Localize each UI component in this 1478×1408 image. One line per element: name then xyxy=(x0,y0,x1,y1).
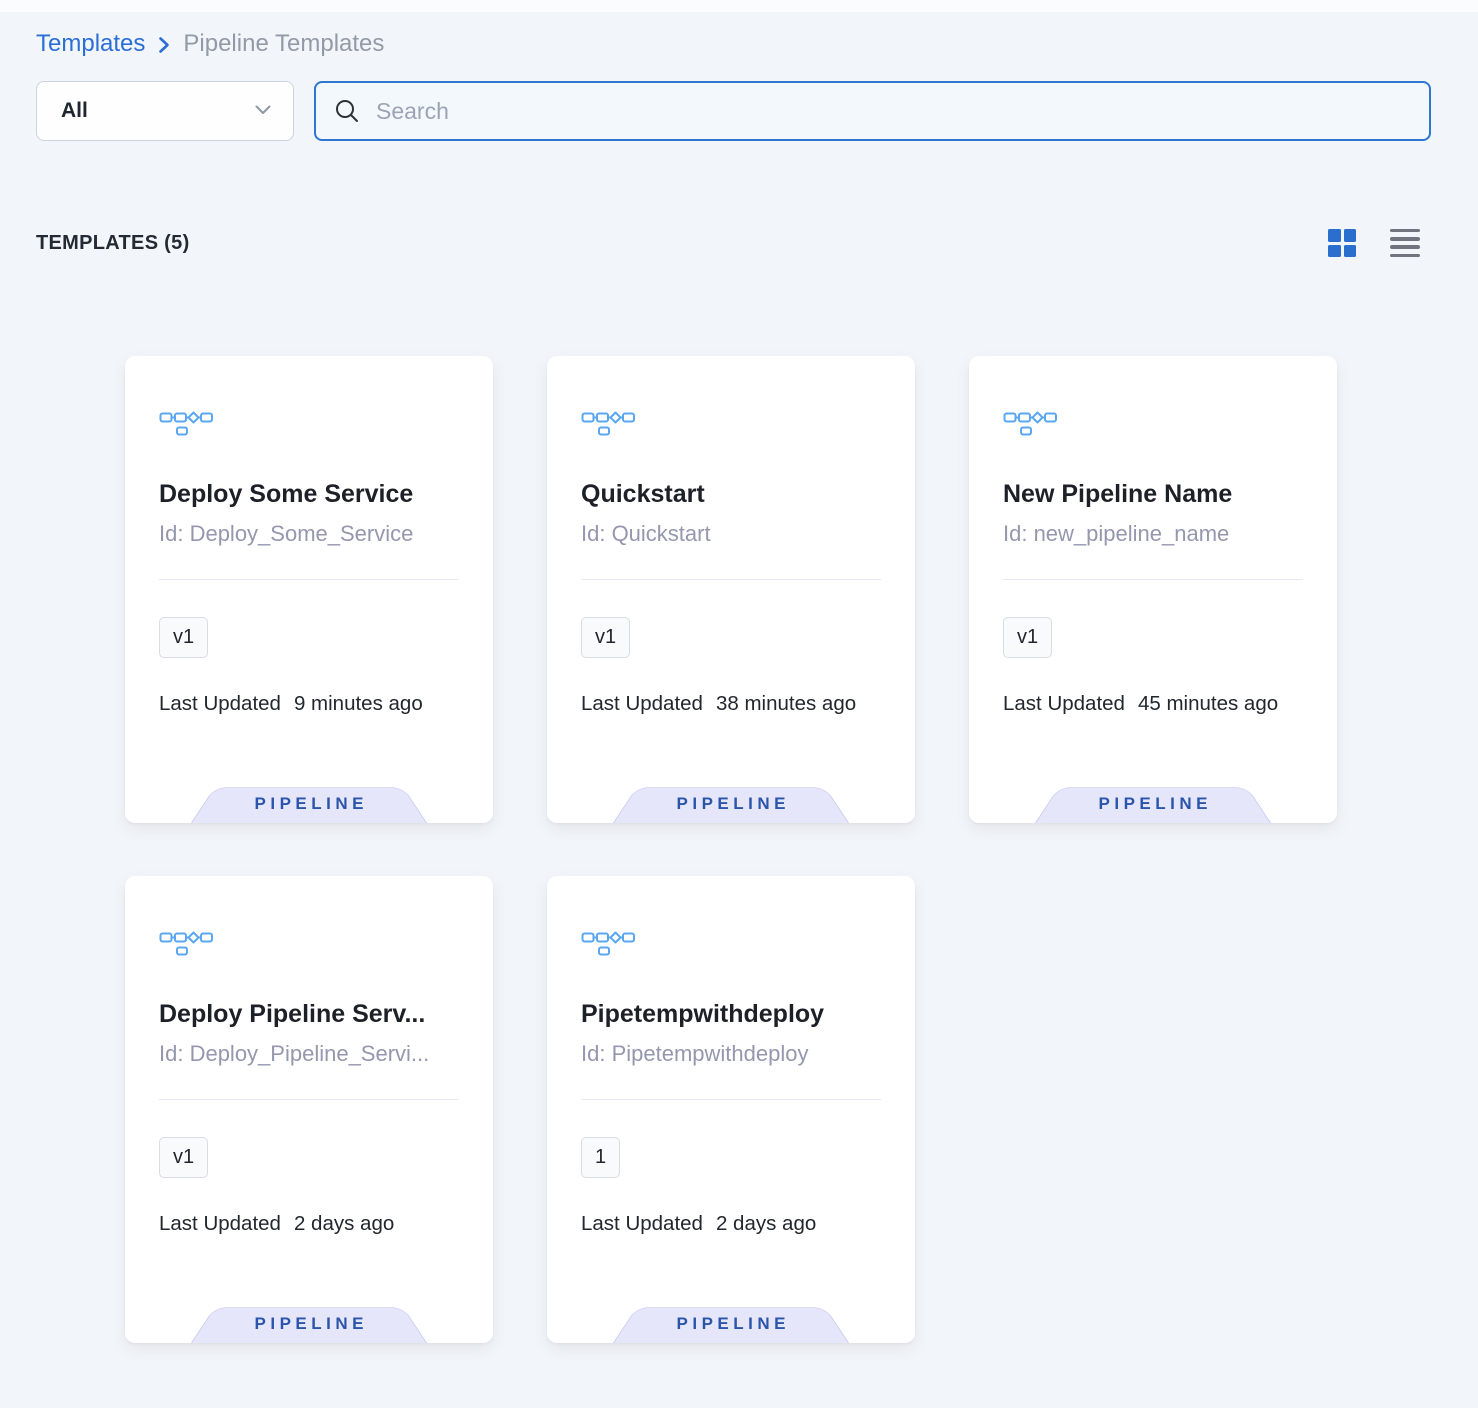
template-title: Deploy Some Service xyxy=(159,480,459,509)
pipeline-nodes-icon xyxy=(581,928,915,956)
pipeline-badge-label: PIPELINE xyxy=(547,794,915,814)
pipeline-badge-label: PIPELINE xyxy=(547,1314,915,1334)
template-card[interactable]: Quickstart Id: Quickstart v1 Last Update… xyxy=(547,356,915,823)
chevron-down-icon xyxy=(255,102,271,120)
pipeline-nodes-icon xyxy=(159,928,493,956)
breadcrumb-current-page: Pipeline Templates xyxy=(183,30,384,58)
templates-grid: Deploy Some Service Id: Deploy_Some_Serv… xyxy=(0,356,1478,1408)
trapezoid-shape xyxy=(613,787,849,823)
chevron-right-icon xyxy=(157,35,171,55)
card-divider xyxy=(159,1099,459,1100)
last-updated-label: Last Updated xyxy=(159,692,281,716)
card-divider xyxy=(1003,579,1303,580)
last-updated-value: 38 minutes ago xyxy=(716,692,856,716)
last-updated-label: Last Updated xyxy=(581,692,703,716)
last-updated-label: Last Updated xyxy=(581,1212,703,1236)
template-card[interactable]: Deploy Some Service Id: Deploy_Some_Serv… xyxy=(125,356,493,823)
last-updated-row: Last Updated 45 minutes ago xyxy=(1003,692,1303,716)
trapezoid-shape xyxy=(191,1307,427,1343)
last-updated-label: Last Updated xyxy=(1003,692,1125,716)
filter-dropdown-value: All xyxy=(61,99,88,123)
pipeline-nodes-icon xyxy=(581,408,915,436)
pipeline-nodes-icon xyxy=(1003,408,1337,436)
search-icon xyxy=(334,98,360,124)
pipeline-type-badge: PIPELINE xyxy=(969,777,1337,823)
pipeline-badge-label: PIPELINE xyxy=(125,1314,493,1334)
version-badge: v1 xyxy=(159,1137,208,1178)
card-divider xyxy=(581,579,881,580)
template-id: Id: Deploy_Pipeline_Servi... xyxy=(159,1041,459,1067)
last-updated-row: Last Updated 9 minutes ago xyxy=(159,692,459,716)
last-updated-value: 2 days ago xyxy=(294,1212,394,1236)
pipeline-type-badge: PIPELINE xyxy=(547,777,915,823)
breadcrumb-templates-link[interactable]: Templates xyxy=(36,30,145,58)
version-badge: v1 xyxy=(581,617,630,658)
version-badge: 1 xyxy=(581,1137,620,1178)
template-id: Id: Pipetempwithdeploy xyxy=(581,1041,881,1067)
last-updated-value: 45 minutes ago xyxy=(1138,692,1278,716)
version-badge: v1 xyxy=(159,617,208,658)
card-divider xyxy=(581,1099,881,1100)
last-updated-value: 2 days ago xyxy=(716,1212,816,1236)
results-header: TEMPLATES (5) xyxy=(36,227,1420,259)
toolbar: All xyxy=(36,81,1431,141)
last-updated-row: Last Updated 2 days ago xyxy=(581,1212,881,1236)
view-toggle xyxy=(1328,229,1420,258)
last-updated-row: Last Updated 38 minutes ago xyxy=(581,692,881,716)
list-view-icon[interactable] xyxy=(1390,229,1420,258)
top-strip xyxy=(0,0,1478,12)
pipeline-type-badge: PIPELINE xyxy=(125,1297,493,1343)
breadcrumb: Templates Pipeline Templates xyxy=(36,28,1431,60)
template-card[interactable]: New Pipeline Name Id: new_pipeline_name … xyxy=(969,356,1337,823)
template-card[interactable]: Deploy Pipeline Serv... Id: Deploy_Pipel… xyxy=(125,876,493,1343)
template-id: Id: Quickstart xyxy=(581,521,881,547)
template-title: Deploy Pipeline Serv... xyxy=(159,1000,459,1029)
last-updated-row: Last Updated 2 days ago xyxy=(159,1212,459,1236)
grid-view-icon[interactable] xyxy=(1328,229,1356,257)
search-box xyxy=(314,81,1431,141)
last-updated-value: 9 minutes ago xyxy=(294,692,423,716)
last-updated-label: Last Updated xyxy=(159,1212,281,1236)
pipeline-nodes-icon xyxy=(159,408,493,436)
filter-dropdown[interactable]: All xyxy=(36,81,294,141)
trapezoid-shape xyxy=(613,1307,849,1343)
version-badge: v1 xyxy=(1003,617,1052,658)
templates-count-heading: TEMPLATES (5) xyxy=(36,232,190,255)
pipeline-type-badge: PIPELINE xyxy=(125,777,493,823)
template-title: Quickstart xyxy=(581,480,881,509)
template-id: Id: new_pipeline_name xyxy=(1003,521,1303,547)
trapezoid-shape xyxy=(191,787,427,823)
template-card[interactable]: Pipetempwithdeploy Id: Pipetempwithdeplo… xyxy=(547,876,915,1343)
template-title: New Pipeline Name xyxy=(1003,480,1303,509)
pipeline-badge-label: PIPELINE xyxy=(125,794,493,814)
card-divider xyxy=(159,579,459,580)
pipeline-type-badge: PIPELINE xyxy=(547,1297,915,1343)
trapezoid-shape xyxy=(1035,787,1271,823)
template-title: Pipetempwithdeploy xyxy=(581,1000,881,1029)
template-id: Id: Deploy_Some_Service xyxy=(159,521,459,547)
pipeline-badge-label: PIPELINE xyxy=(969,794,1337,814)
search-input[interactable] xyxy=(376,98,1411,125)
